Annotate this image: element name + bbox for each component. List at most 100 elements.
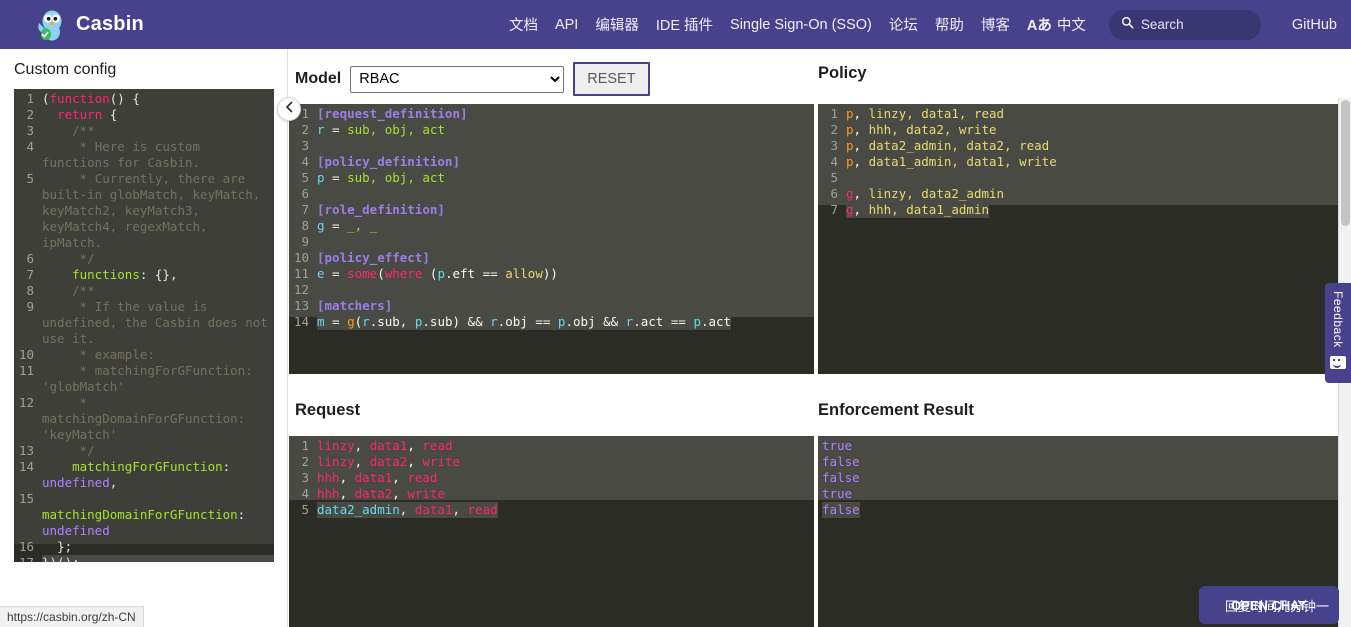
nav-link-forum[interactable]: 论坛	[889, 14, 918, 35]
nav-link-help[interactable]: 帮助	[935, 14, 964, 35]
line-number: 5	[301, 170, 309, 185]
line-number: 10	[293, 250, 309, 265]
code-token: /**	[42, 123, 95, 138]
code-token: ,	[392, 486, 408, 501]
code-token: ,	[853, 106, 869, 121]
line-number: 6	[301, 186, 309, 201]
code-token: ))	[542, 266, 558, 281]
nav-link-github[interactable]: GitHub	[1292, 17, 1337, 33]
line-number: 7	[830, 202, 838, 217]
line-number: 6	[26, 251, 34, 266]
code-line: 13 */	[14, 443, 274, 459]
code-token: * example:	[42, 347, 155, 362]
line-number: 11	[293, 266, 309, 281]
search-placeholder: Search	[1140, 17, 1184, 32]
code-token: data2_admin, data2, read	[868, 138, 1050, 153]
line-number: 3	[830, 138, 838, 153]
line-number: 2	[26, 107, 34, 122]
code-token: read	[467, 502, 498, 517]
code-line-text: */	[42, 443, 274, 459]
code-line-text: [matchers]	[317, 298, 392, 314]
custom-config-sidebar: Custom config 1 (function() {2 return {3 …	[0, 49, 288, 627]
feedback-label: Feedback	[1331, 291, 1345, 348]
code-token: sub, obj, act	[347, 122, 445, 137]
code-token: data1	[369, 438, 408, 453]
code-line: 16 };	[14, 539, 274, 555]
brand-logo-link[interactable]: Casbin	[36, 9, 144, 41]
code-token: g	[846, 202, 854, 217]
request-editor[interactable]: 1 linzy, data1, read 2 linzy, data2, write 3…	[289, 436, 814, 627]
code-line: 1 (function() {	[14, 91, 274, 107]
result-line: false	[818, 470, 1338, 486]
nav-link-sso[interactable]: Single Sign-On (SSO)	[730, 17, 872, 33]
code-token: hhh, data2, write	[868, 122, 997, 137]
code-line-text: data2_admin, data1, read	[317, 502, 498, 518]
code-line: 12 * matchingDomainForGFunction: 'keyMat…	[14, 395, 274, 443]
code-token: ,	[853, 138, 869, 153]
code-token: some	[347, 266, 378, 281]
code-line-text: g, linzy, data2_admin	[846, 186, 1004, 202]
nav-link-blog[interactable]: 博客	[981, 14, 1010, 35]
nav-link-ide-plugin[interactable]: IDE 插件	[656, 14, 713, 35]
line-number: 12	[293, 282, 309, 297]
code-token: ,	[452, 502, 468, 517]
nav-link-api[interactable]: API	[555, 17, 578, 33]
code-token: :	[237, 507, 253, 522]
nav-link-editor[interactable]: 编辑器	[595, 14, 639, 35]
code-token: &&	[603, 314, 619, 329]
nav-link-docs[interactable]: 文档	[509, 14, 538, 35]
line-number: 13	[18, 443, 34, 458]
feedback-tab[interactable]: Feedback	[1325, 283, 1351, 383]
code-token: [role_definition]	[317, 202, 445, 217]
code-token: g	[846, 186, 854, 201]
language-switcher[interactable]: Aあ 中文	[1027, 14, 1086, 35]
request-panel-title: Request	[295, 401, 361, 419]
search-input[interactable]: Search	[1108, 9, 1261, 40]
code-token: ,	[339, 486, 355, 501]
code-line-text: hhh, data1, read	[317, 470, 437, 486]
code-token: .act	[633, 314, 671, 329]
code-line-text: /**	[42, 283, 274, 299]
code-token: where	[384, 266, 423, 281]
reset-button[interactable]: RESET	[573, 62, 650, 96]
open-chat-label-cn: 回复时间几分钟一	[1225, 598, 1330, 614]
policy-editor[interactable]: 1 p, linzy, data1, read 2 p, hhh, data2, wr…	[818, 104, 1338, 374]
model-editor[interactable]: 1 [request_definition] 2 r = sub, obj, act 3…	[289, 104, 814, 374]
code-token: p	[846, 122, 854, 137]
code-line-text: })();	[42, 555, 274, 562]
scrollbar-thumb[interactable]	[1341, 100, 1350, 226]
editor-workspace: Model ACLACL with superuserACL without u…	[289, 49, 1351, 627]
code-line: 7 functions: {},	[14, 267, 274, 283]
code-line: 3	[289, 138, 814, 154]
code-line-text: g, hhh, data1_admin	[846, 202, 990, 218]
code-line: 17})();	[14, 555, 274, 562]
result-line: false	[818, 454, 1338, 470]
model-panel-header: Model ACLACL with superuserACL without u…	[289, 49, 1351, 111]
code-token: read	[407, 470, 438, 485]
code-token: function	[49, 91, 110, 106]
code-line: 14 m = g(r.sub, p.sub) && r.obj == p.obj …	[289, 314, 814, 330]
line-number: 8	[301, 218, 309, 233]
code-line-text: /**	[42, 123, 274, 139]
code-token: * matchingDomainForGFunction: 'keyMatch'	[42, 395, 253, 442]
custom-config-editor[interactable]: 1 (function() {2 return {3 /** 4 * Here is…	[14, 89, 274, 562]
code-token: () {	[109, 91, 140, 106]
code-line: 6 */	[14, 251, 274, 267]
code-line: 2 return {	[14, 107, 274, 123]
code-token: :	[222, 459, 238, 474]
sidebar-collapse-button[interactable]	[277, 97, 301, 121]
code-line-text: p, linzy, data1, read	[846, 106, 1004, 122]
code-token: ,	[853, 154, 869, 169]
code-token: =	[324, 122, 348, 137]
model-select[interactable]: ACLACL with superuserACL without usersAC…	[350, 65, 565, 93]
top-row: Model ACLACL with superuserACL without u…	[289, 49, 1351, 374]
code-line: 5p = sub, obj, act	[289, 170, 814, 186]
line-number: 10	[18, 347, 34, 362]
line-number: 11	[18, 363, 34, 378]
code-token: /**	[42, 283, 95, 298]
open-chat-button[interactable]: OPEN CHAT 回复时间几分钟一	[1199, 586, 1339, 624]
code-line: 3 p, data2_admin, data2, read	[818, 138, 1338, 154]
